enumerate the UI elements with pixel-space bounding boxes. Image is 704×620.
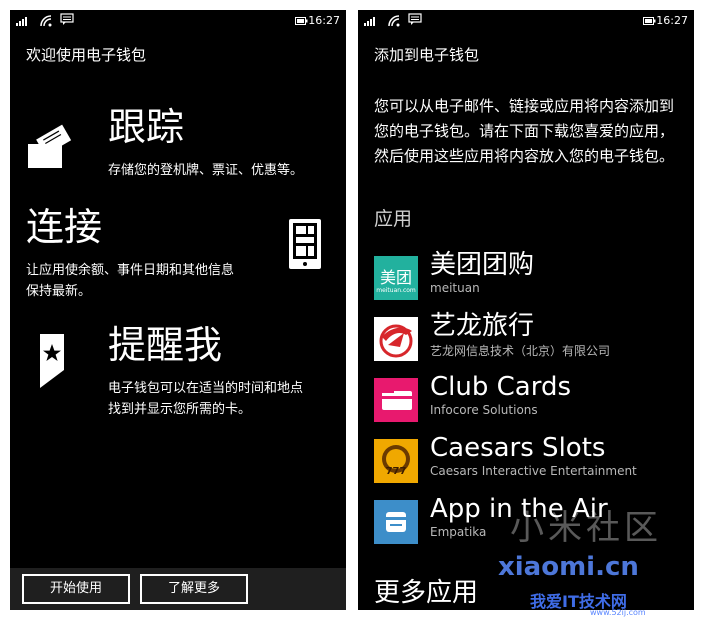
message-icon (60, 13, 74, 25)
signal-icon (16, 17, 27, 26)
status-bar: 16:27 (358, 10, 694, 32)
wifi-icon (388, 15, 400, 27)
app-item-club-cards[interactable]: Club Cards Infocore Solutions (374, 372, 692, 428)
status-bar: 16:27 (10, 10, 346, 32)
app-name: 艺龙旅行 (430, 311, 535, 341)
caesars-slots-logo-icon: 777 (374, 439, 418, 483)
feature-heading-remind: 提醒我 (108, 323, 223, 367)
feature-text-track: 存储您的登机牌、票证、优惠等。 (108, 163, 304, 178)
app-publisher: Empatika (430, 525, 487, 539)
app-name: Caesars Slots (430, 433, 606, 463)
feature-heading-connect: 连接 (26, 205, 103, 249)
status-time: 16:27 (656, 14, 688, 27)
app-publisher: meituan (430, 281, 480, 295)
elong-logo-icon (374, 317, 418, 361)
feature-text-remind: 电子钱包可以在适当的时间和地点 找到并显示您所需的卡。 (108, 381, 304, 417)
status-time: 16:27 (308, 14, 340, 27)
signal-icon (364, 17, 375, 26)
app-publisher: 艺龙网信息技术（北京）有限公司 (430, 344, 611, 358)
tile-label: 777 (385, 466, 407, 477)
add-to-wallet-screen: 16:27 添加到电子钱包 您可以从电子邮件、链接或应用将内容添加到您的电子钱包… (358, 10, 694, 610)
star-tag-icon (40, 334, 64, 388)
app-publisher: Caesars Interactive Entertainment (430, 464, 637, 478)
feature-text-connect: 让应用使余额、事件日期和其他信息 保持最新。 (26, 263, 235, 299)
app-name: 美团团购 (430, 250, 535, 280)
app-bar: 开始使用 了解更多 (10, 568, 346, 610)
page-title: 添加到电子钱包 (374, 46, 480, 64)
app-item-caesars-slots[interactable]: 777 Caesars Slots Caesars Interactive En… (374, 433, 692, 489)
app-item-elong[interactable]: 艺龙旅行 艺龙网信息技术（北京）有限公司 (374, 311, 692, 367)
battery-icon (295, 17, 308, 25)
ticket-icon (28, 124, 72, 168)
meituan-logo-icon: 美团 meituan.com (374, 256, 418, 300)
start-button[interactable]: 开始使用 (22, 574, 130, 604)
wifi-icon (40, 15, 52, 27)
page-title: 欢迎使用电子钱包 (26, 46, 147, 64)
tile-label: 美团 (379, 268, 412, 287)
section-header-apps: 应用 (374, 208, 413, 230)
app-item-meituan[interactable]: 美团 meituan.com 美团团购 meituan (374, 250, 692, 306)
welcome-screen: 16:27 欢迎使用电子钱包 跟踪 存储您的登机牌、票证、优惠等。 连接 让应用… (10, 10, 346, 610)
intro-text: 您可以从电子邮件、链接或应用将内容添加到您的电子钱包。请在下面下载您喜爱的应用，… (374, 97, 675, 165)
battery-icon (643, 17, 656, 25)
app-in-the-air-logo-icon (374, 500, 418, 544)
app-item-app-in-the-air[interactable]: App in the Air Empatika (374, 494, 692, 550)
learn-more-button[interactable]: 了解更多 (140, 574, 248, 604)
app-publisher: Infocore Solutions (430, 403, 538, 417)
club-cards-logo-icon (374, 378, 418, 422)
phone-app-icon (289, 219, 321, 269)
app-name: App in the Air (430, 494, 608, 524)
tile-sublabel: meituan.com (376, 287, 416, 294)
more-apps-link[interactable]: 更多应用 (374, 572, 478, 609)
message-icon (408, 13, 422, 25)
feature-heading-track: 跟踪 (108, 105, 185, 149)
app-name: Club Cards (430, 372, 571, 402)
